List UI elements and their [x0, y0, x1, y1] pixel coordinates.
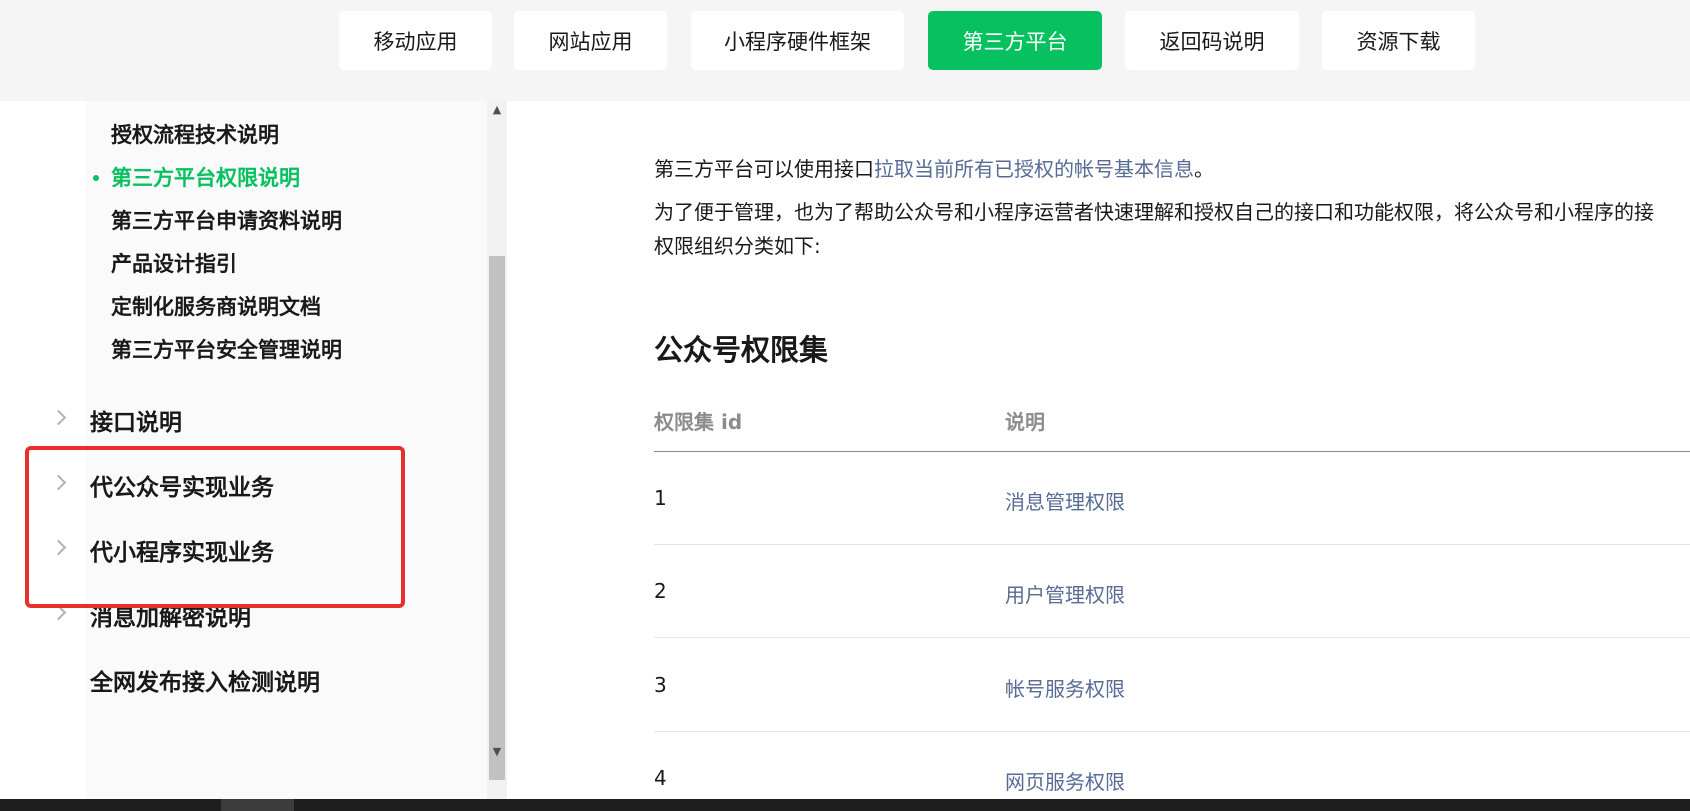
table-cell-desc-link[interactable]: 消息管理权限: [1005, 486, 1125, 515]
table-row-divider: [654, 544, 1690, 545]
section-title: 公众号权限集: [654, 333, 829, 367]
scroll-up-arrow-icon[interactable]: ▲: [490, 104, 504, 116]
sidebar-group-label: 代公众号实现业务: [90, 475, 274, 501]
chevron-right-icon: [50, 539, 67, 556]
tab-website-app[interactable]: 网站应用: [514, 11, 667, 70]
table-header-divider: [654, 451, 1690, 452]
sidebar-item-custom-service[interactable]: 定制化服务商说明文档: [111, 291, 321, 321]
sidebar-item-auth-flow[interactable]: 授权流程技术说明: [111, 119, 279, 149]
table-header-desc: 说明: [1005, 410, 1045, 434]
table-header-id: 权限集 id: [654, 410, 743, 434]
sidebar-item-security[interactable]: 第三方平台安全管理说明: [111, 334, 342, 364]
sidebar-group-label: 全网发布接入检测说明: [90, 670, 320, 696]
chevron-right-icon: [50, 474, 67, 491]
top-nav-bar: 移动应用 网站应用 小程序硬件框架 第三方平台 返回码说明 资源下载: [0, 0, 1690, 101]
sidebar-group-encryption[interactable]: 消息加解密说明: [0, 594, 470, 634]
table-row-divider: [654, 637, 1690, 638]
tab-third-party-platform[interactable]: 第三方平台: [928, 11, 1102, 70]
sidebar-group-label: 代小程序实现业务: [90, 540, 274, 566]
table-cell-id: 2: [654, 579, 667, 603]
main-content: 第三方平台可以使用接口拉取当前所有已授权的帐号基本信息。 为了便于管理，也为了帮…: [507, 101, 1690, 799]
intro-text: 第三方平台可以使用接口: [654, 157, 874, 181]
sidebar-group-api[interactable]: 接口说明: [0, 399, 470, 439]
table-cell-desc-link[interactable]: 用户管理权限: [1005, 579, 1125, 608]
sidebar-group-label: 消息加解密说明: [90, 605, 251, 631]
chevron-right-icon: [50, 604, 67, 621]
tab-mobile-app[interactable]: 移动应用: [339, 11, 492, 70]
sidebar-item-design-guide[interactable]: 产品设计指引: [111, 248, 237, 278]
table-row-divider: [654, 731, 1690, 732]
authorized-accounts-link[interactable]: 拉取当前所有已授权的帐号基本信息: [874, 157, 1194, 181]
sidebar-scrollbar-thumb[interactable]: [489, 256, 505, 780]
description-paragraph-line2: 权限组织分类如下:: [654, 234, 821, 258]
sidebar-group-mini-program[interactable]: 代小程序实现业务: [0, 529, 470, 569]
sidebar-group-label: 接口说明: [90, 410, 182, 436]
sidebar-item-permissions[interactable]: 第三方平台权限说明: [111, 162, 300, 192]
sidebar-group-release-test[interactable]: 全网发布接入检测说明: [0, 659, 470, 699]
description-paragraph-line1: 为了便于管理，也为了帮助公众号和小程序运营者快速理解和授权自己的接口和功能权限，…: [654, 200, 1654, 224]
intro-text-end: 。: [1194, 157, 1214, 181]
table-cell-id: 1: [654, 486, 667, 510]
sidebar-item-application-docs[interactable]: 第三方平台申请资料说明: [111, 205, 342, 235]
bullet-dot-icon: [93, 175, 99, 181]
tab-return-codes[interactable]: 返回码说明: [1125, 11, 1299, 70]
tab-mini-program-hardware[interactable]: 小程序硬件框架: [691, 11, 904, 70]
table-cell-id: 3: [654, 673, 667, 697]
table-cell-desc-link[interactable]: 帐号服务权限: [1005, 673, 1125, 702]
intro-paragraph: 第三方平台可以使用接口拉取当前所有已授权的帐号基本信息。: [654, 152, 1214, 186]
chevron-right-icon: [50, 409, 67, 426]
tab-resource-download[interactable]: 资源下载: [1322, 11, 1475, 70]
scroll-down-arrow-icon[interactable]: ▼: [490, 746, 504, 758]
taskbar-active-item[interactable]: [221, 799, 294, 811]
sidebar: 授权流程技术说明 第三方平台权限说明 第三方平台申请资料说明 产品设计指引 定制…: [0, 101, 487, 799]
table-cell-desc-link[interactable]: 网页服务权限: [1005, 766, 1125, 795]
table-cell-id: 4: [654, 766, 667, 790]
sidebar-group-official-account[interactable]: 代公众号实现业务: [0, 464, 470, 504]
